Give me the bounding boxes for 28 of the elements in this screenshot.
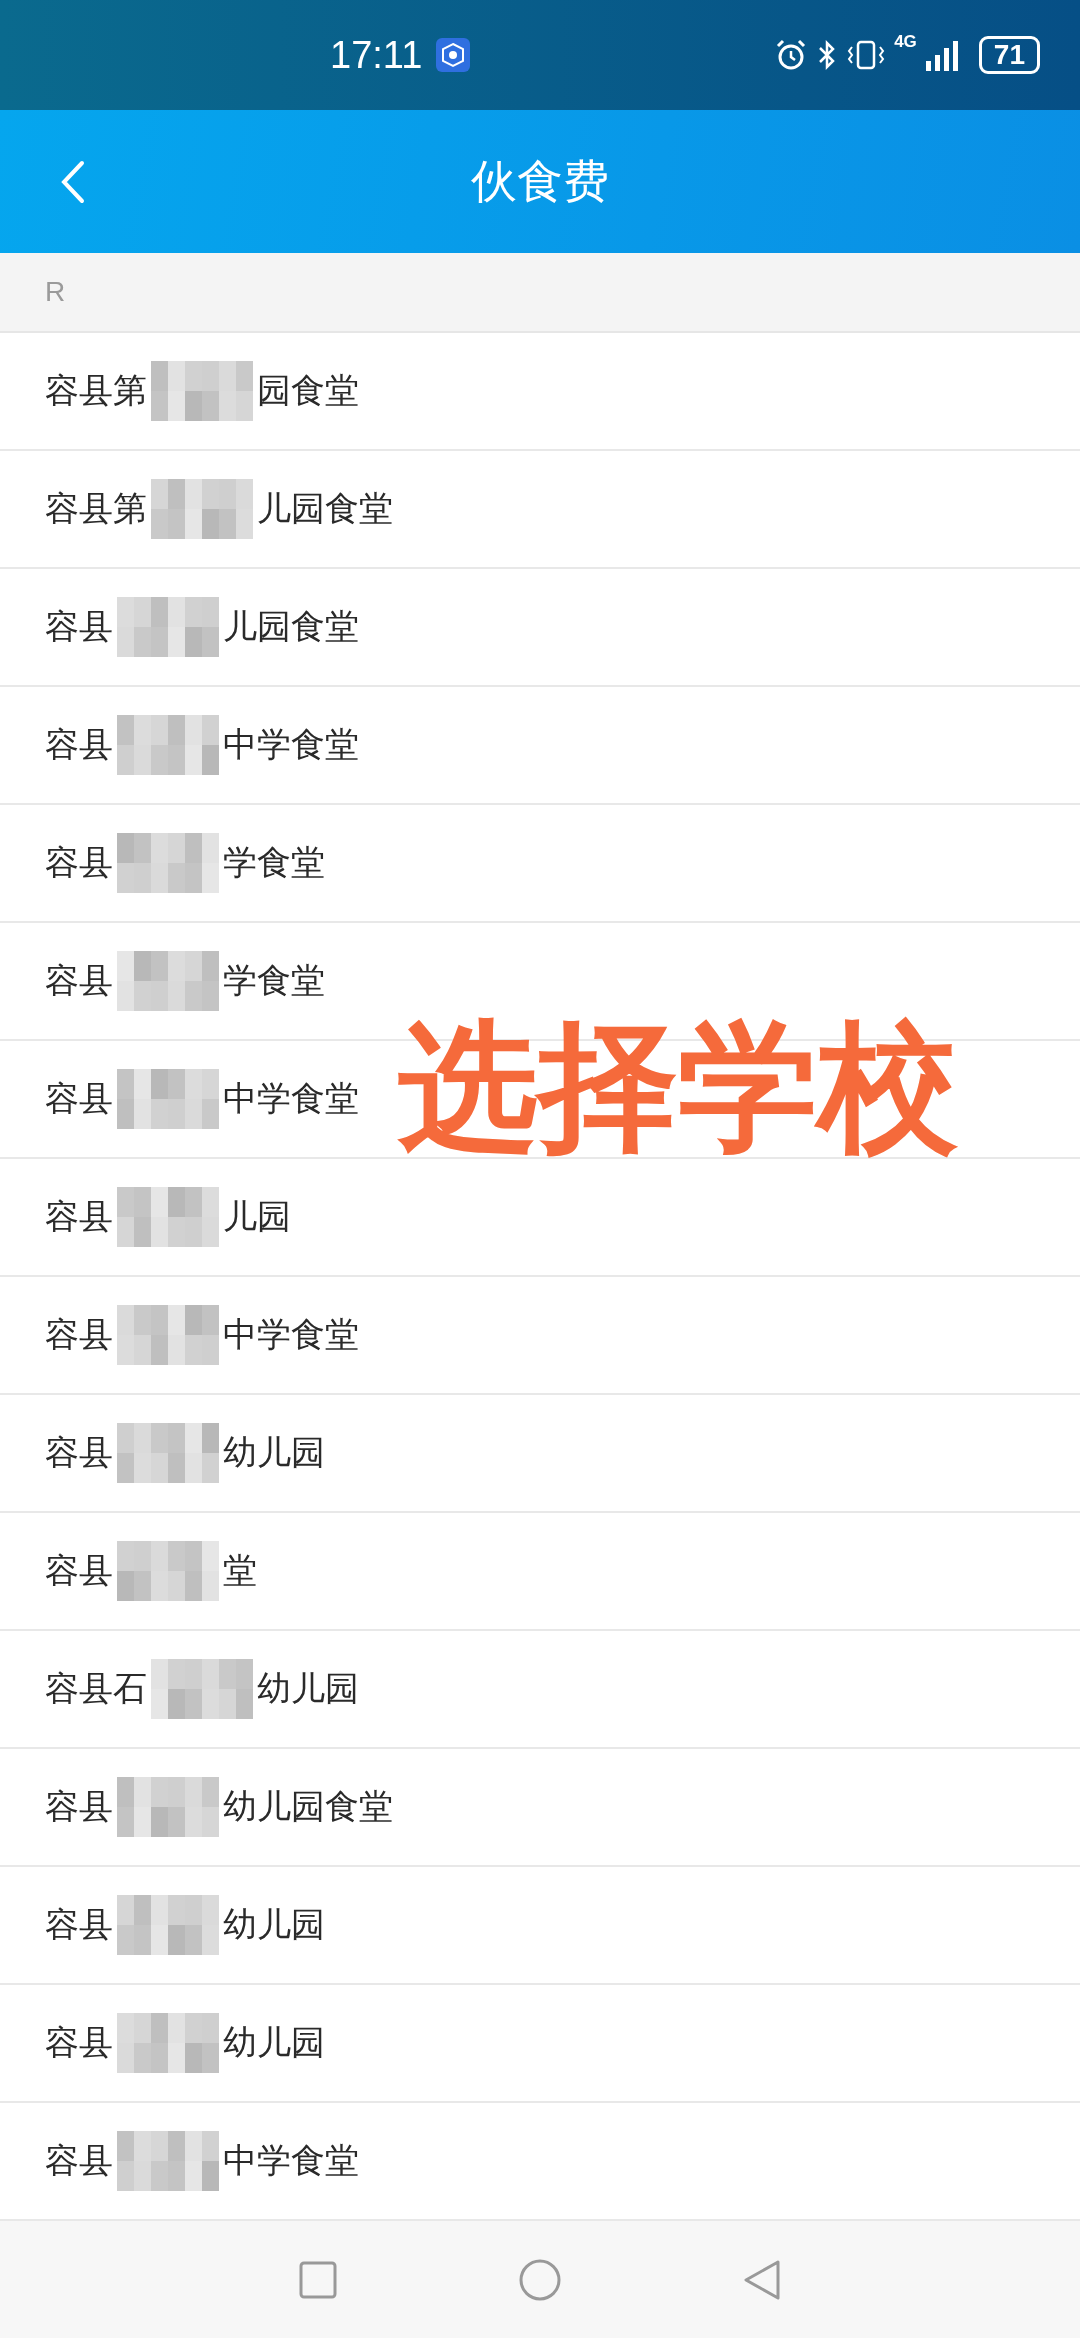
school-item[interactable]: 容县 儿园食堂 [45, 597, 359, 657]
school-item[interactable]: 容县第 园食堂 [45, 361, 359, 421]
school-item[interactable]: 容县 儿园 [45, 1187, 291, 1247]
school-item[interactable]: 容县 中学食堂 [45, 1305, 359, 1365]
index-letter: R [45, 276, 66, 308]
school-item[interactable]: 容县 堂 [45, 1541, 257, 1601]
hand-app-icon [436, 38, 471, 72]
school-item[interactable]: 容县 中学食堂 [45, 715, 359, 775]
school-item[interactable]: 容县 学食堂 [45, 833, 325, 893]
network-type: 4G [894, 32, 917, 52]
school-item[interactable]: 容县石 幼儿园 [45, 1659, 359, 1719]
school-item[interactable]: 容县 幼儿园 [45, 1423, 325, 1483]
school-item[interactable]: 容县 中学食堂 [45, 2131, 359, 2191]
signal-icon [924, 39, 961, 71]
school-item[interactable]: 容县第 儿园食堂 [45, 479, 393, 539]
battery-level: 71 [978, 36, 1040, 74]
school-item[interactable]: 容县 中学食堂 [45, 1069, 359, 1129]
school-item[interactable]: 容县 幼儿园 [45, 1895, 325, 1955]
status-time: 17:11 [330, 33, 423, 77]
vibrate-icon [846, 38, 887, 72]
annotation-text: 选择学校 [398, 1010, 958, 1164]
home-icon[interactable] [518, 2257, 562, 2302]
school-item[interactable]: 容县 学食堂 [45, 951, 325, 1011]
school-item[interactable]: 容县 幼儿园食堂 [45, 1777, 393, 1837]
recent-apps-icon[interactable] [298, 2259, 338, 2300]
back-nav-icon[interactable] [742, 2258, 782, 2301]
school-item[interactable]: 容县 幼儿园 [45, 2013, 325, 2073]
page-title: 伙食费 [471, 152, 609, 210]
